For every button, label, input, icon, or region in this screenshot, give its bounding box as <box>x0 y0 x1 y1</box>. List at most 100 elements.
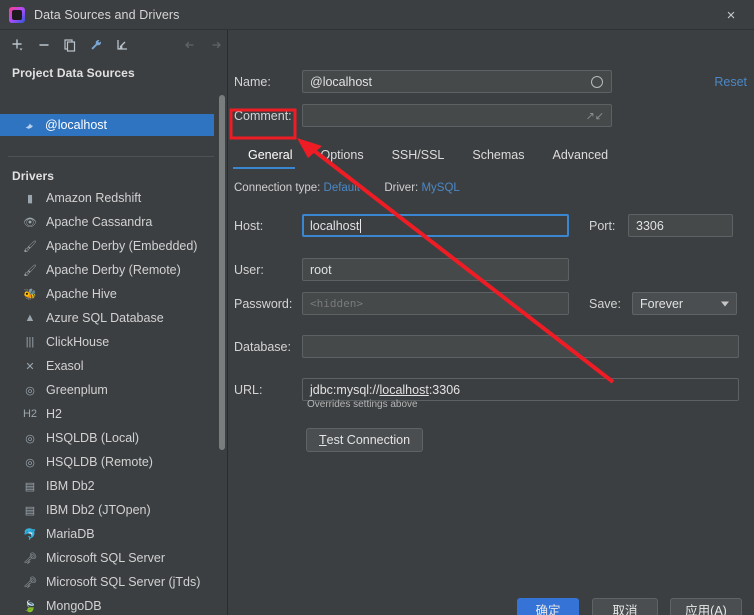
driver-list-item[interactable]: 🖌 Apache Derby (Embedded) <box>0 234 214 258</box>
mysql-dolphin-icon <box>22 117 38 133</box>
tab-general[interactable]: General <box>234 142 306 168</box>
tab-advanced[interactable]: Advanced <box>539 142 623 168</box>
h2-icon: H2 <box>22 408 38 420</box>
driver-list-item[interactable]: 🗝 Microsoft SQL Server <box>0 546 214 570</box>
driver-list-item[interactable]: 🐬 MariaDB <box>0 522 214 546</box>
settings-panel: Name: @localhost Reset Comment: ↗↙ Gener… <box>229 30 754 615</box>
driver-list-item-label: Azure SQL Database <box>46 311 164 325</box>
test-connection-button[interactable]: Test Connection <box>306 428 424 452</box>
sidebar: Project Data Sources @localhost Drivers … <box>0 30 228 615</box>
apply-button[interactable]: 应用(A) <box>670 598 742 615</box>
url-prefix: jdbc:mysql:// <box>310 382 380 397</box>
color-circle-icon[interactable] <box>591 75 603 88</box>
driver-list-item-label: Amazon Redshift <box>46 191 142 205</box>
database-row: Database: <box>234 335 739 358</box>
driver-list-item[interactable]: ▲ Azure SQL Database <box>0 306 214 330</box>
url-input[interactable]: jdbc:mysql://localhost:3306 <box>302 378 739 401</box>
driver-list-item[interactable]: 👁 Apache Cassandra <box>0 210 214 234</box>
driver-list-item-label: MariaDB <box>46 527 95 541</box>
drivers-list[interactable]: ▮ Amazon Redshift 👁 Apache Cassandra 🖌 Apache… <box>0 186 214 615</box>
sidebar-scrollbar[interactable] <box>219 95 225 450</box>
reset-link[interactable]: Reset <box>714 75 747 89</box>
driver-list-item[interactable]: ▤ IBM Db2 (JTOpen) <box>0 498 214 522</box>
comment-label: Comment: <box>234 108 292 123</box>
driver-list-item[interactable]: 🐝 Apache Hive <box>0 282 214 306</box>
connection-type-label: Connection type: <box>234 182 321 194</box>
driver-list-item[interactable]: ◎ Greenplum <box>0 378 214 402</box>
tab-ssh-ssl[interactable]: SSH/SSL <box>378 142 459 168</box>
driver-list-item[interactable]: ||| ClickHouse <box>0 330 214 354</box>
host-input[interactable]: localhost <box>302 214 569 237</box>
title-bar: Data Sources and Drivers × <box>0 0 754 30</box>
driver-list-item[interactable]: ✕ Exasol <box>0 354 214 378</box>
url-host: localhost <box>379 382 429 397</box>
url-hint: Overrides settings above <box>307 399 418 410</box>
mssql-icon: 🗝 <box>23 552 37 565</box>
password-label: Password: <box>234 296 293 311</box>
password-input[interactable]: <hidden> <box>302 292 569 315</box>
import-icon[interactable] <box>110 33 134 57</box>
settings-tabs[interactable]: General Options SSH/SSL Schemas Advanced <box>234 142 622 168</box>
hsqldb-icon: ◎ <box>25 456 35 469</box>
back-icon[interactable] <box>178 33 202 57</box>
driver-list-item-label: Apache Hive <box>46 287 117 301</box>
driver-list-item-label: HSQLDB (Local) <box>46 431 140 445</box>
url-suffix: :3306 <box>428 382 461 397</box>
remove-icon[interactable] <box>32 33 56 57</box>
driver-list-item-label: ClickHouse <box>46 335 110 349</box>
driver-list-item-label: Microsoft SQL Server <box>46 551 166 565</box>
clickhouse-icon: ||| <box>25 336 35 348</box>
database-input[interactable] <box>302 335 739 358</box>
driver-list-item-label: IBM Db2 (JTOpen) <box>46 503 151 517</box>
comment-input[interactable]: ↗↙ <box>302 104 612 127</box>
name-value: @localhost <box>310 74 373 89</box>
hsqldb-icon: ◎ <box>25 432 35 445</box>
port-row: Port: 3306 <box>589 214 733 237</box>
driver-list-item[interactable]: ◎ HSQLDB (Local) <box>0 426 214 450</box>
user-input[interactable]: root <box>302 258 569 281</box>
driver-list-item[interactable]: 🖌 Apache Derby (Remote) <box>0 258 214 282</box>
tab-options[interactable]: Options <box>306 142 377 168</box>
host-row: Host: localhost <box>234 214 569 237</box>
hive-icon: 🐝 <box>23 288 37 301</box>
database-label: Database: <box>234 339 291 354</box>
wrench-icon[interactable] <box>84 33 108 57</box>
save-value: Forever <box>640 296 684 311</box>
password-row: Password: <hidden> <box>234 292 569 315</box>
driver-list-item[interactable]: ◎ HSQLDB (Remote) <box>0 450 214 474</box>
sidebar-toolbar <box>0 30 228 60</box>
forward-icon[interactable] <box>204 33 228 57</box>
driver-list-item-label: Greenplum <box>46 383 108 397</box>
cancel-button[interactable]: 取消 <box>592 598 658 615</box>
name-input[interactable]: @localhost <box>302 70 612 93</box>
test-connection-label: est Connection <box>326 433 411 447</box>
sidebar-item-localhost[interactable]: @localhost <box>0 114 214 136</box>
port-input[interactable]: 3306 <box>628 214 733 237</box>
copy-icon[interactable] <box>58 33 82 57</box>
host-value: localhost <box>310 218 360 233</box>
window-title: Data Sources and Drivers <box>34 7 180 22</box>
driver-list-item-label: Microsoft SQL Server (jTds) <box>46 575 201 589</box>
driver-list-item[interactable]: 🗝 Microsoft SQL Server (jTds) <box>0 570 214 594</box>
sidebar-divider <box>8 156 214 157</box>
tab-schemas[interactable]: Schemas <box>458 142 538 168</box>
driver-list-item-label: Apache Derby (Remote) <box>46 263 181 277</box>
mariadb-icon: 🐬 <box>23 528 37 541</box>
driver-list-item-label: Apache Cassandra <box>46 215 153 229</box>
driver-list-item[interactable]: ▮ Amazon Redshift <box>0 186 214 210</box>
expand-arrows-icon[interactable]: ↗↙ <box>586 109 604 122</box>
save-select[interactable]: Forever <box>632 292 737 315</box>
driver-list-item[interactable]: H2 H2 <box>0 402 214 426</box>
close-icon[interactable]: × <box>708 0 754 30</box>
save-row: Save: Forever <box>589 292 737 315</box>
db2-icon: ▤ <box>24 480 36 493</box>
driver-link[interactable]: MySQL <box>421 182 459 194</box>
connection-type-link[interactable]: Default <box>324 182 360 194</box>
datagrip-icon <box>9 6 25 23</box>
host-label: Host: <box>234 218 264 233</box>
add-icon[interactable] <box>6 33 30 57</box>
sidebar-item-label: @localhost <box>45 118 108 132</box>
azure-icon: ▲ <box>24 312 36 324</box>
driver-list-item[interactable]: ▤ IBM Db2 <box>0 474 214 498</box>
ok-button[interactable]: 确定 <box>517 598 579 615</box>
